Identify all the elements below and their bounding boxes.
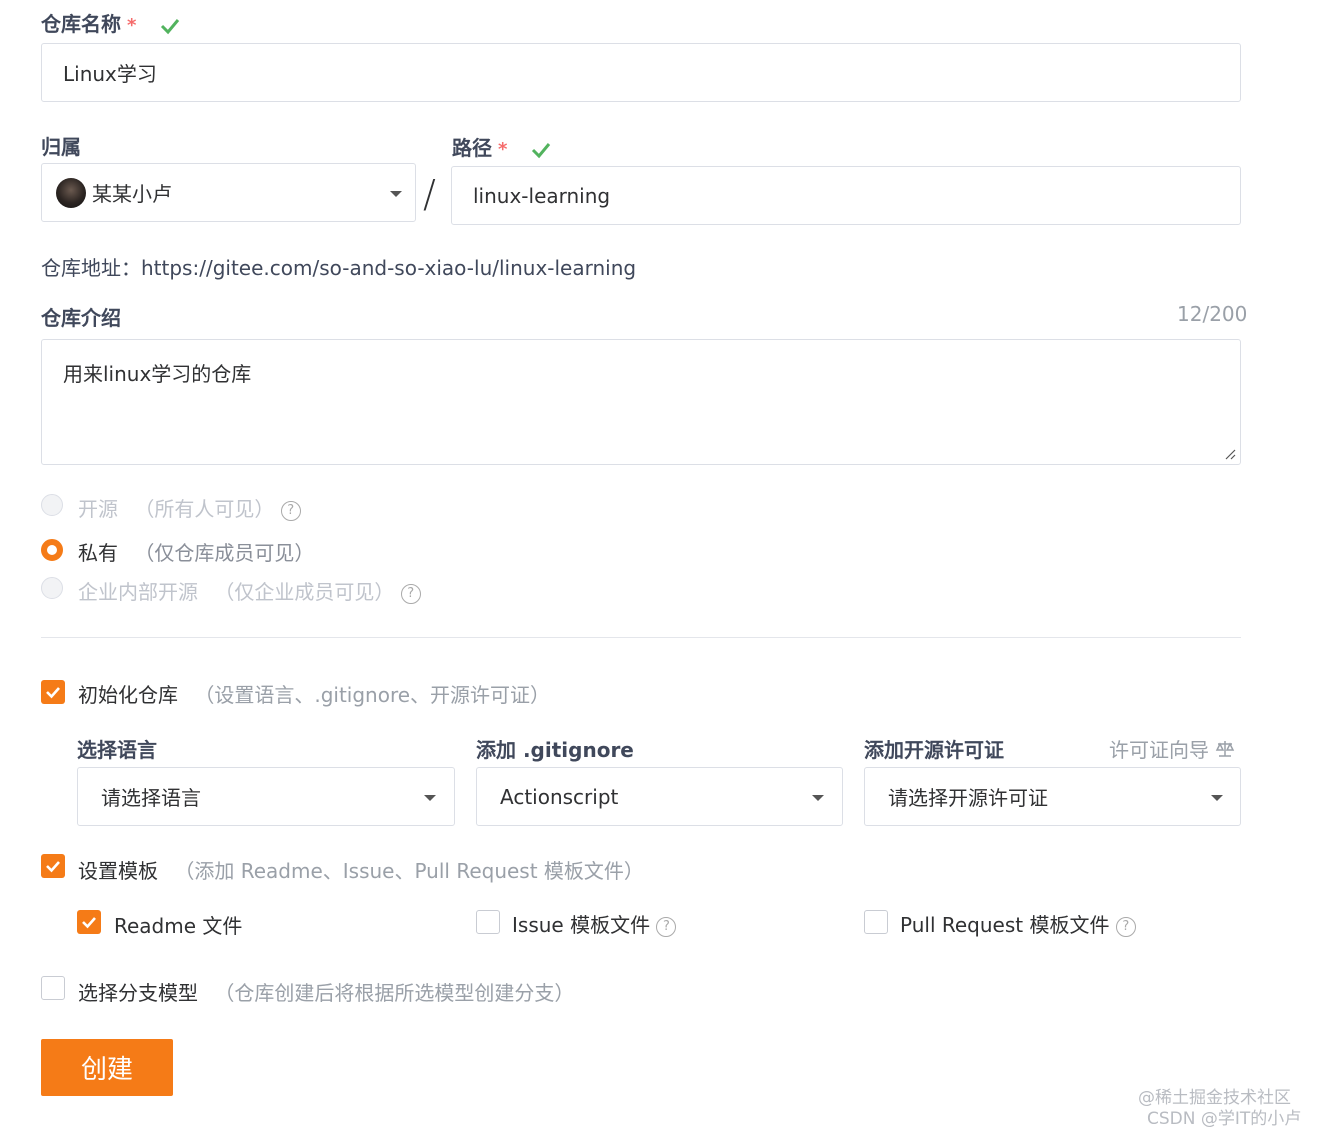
template-option: 设置模板 （添加 Readme、Issue、Pull Request 模板文件） (78, 855, 644, 884)
description-textarea[interactable]: 用来linux学习的仓库 (41, 339, 1241, 465)
pr-template-option: Pull Request 模板文件 ? (900, 909, 1136, 938)
readme-checkbox[interactable] (77, 910, 101, 934)
pr-template-label: Pull Request 模板文件 (900, 913, 1110, 937)
template-label: 设置模板 (78, 859, 158, 883)
language-select[interactable]: 请选择语言 (77, 767, 455, 826)
avatar (56, 177, 86, 208)
branch-model-label: 选择分支模型 (78, 981, 198, 1005)
option-open-source-label: 开源 (78, 497, 118, 521)
check-icon (161, 18, 180, 34)
help-icon[interactable]: ? (280, 500, 301, 521)
help-icon[interactable]: ? (656, 916, 677, 937)
radio-enterprise-internal[interactable] (41, 577, 63, 599)
pr-template-checkbox[interactable] (864, 910, 888, 934)
owner-value: 某某小卢 (92, 182, 172, 206)
watermark-line2: CSDN @学IT的小卢 (1147, 1109, 1302, 1129)
branch-model-checkbox[interactable] (41, 976, 65, 1000)
repo-name-label: 仓库名称 * (41, 8, 181, 37)
license-guide-text: 许可证向导 (1109, 738, 1209, 762)
check-icon (46, 687, 60, 699)
template-hint: （添加 Readme、Issue、Pull Request 模板文件） (174, 859, 644, 883)
chevron-down-icon (424, 795, 436, 801)
repo-url: 仓库地址：https://gitee.com/so-and-so-xiao-lu… (41, 252, 636, 281)
path-label-text: 路径 (452, 136, 492, 160)
check-icon (82, 917, 96, 929)
owner-select[interactable]: 某某小卢 (41, 163, 416, 222)
path-separator: / (423, 172, 436, 216)
radio-private[interactable] (41, 539, 63, 561)
option-open-source-hint: （所有人可见） (134, 497, 275, 521)
path-label: 路径 * (452, 132, 552, 161)
option-private: 私有 （仅仓库成员可见） (78, 537, 314, 566)
required-mark: * (498, 139, 508, 160)
language-value: 请选择语言 (101, 786, 201, 810)
license-guide-link[interactable]: 许可证向导 (1109, 734, 1235, 763)
repo-url-text: https://gitee.com/so-and-so-xiao-lu/linu… (141, 256, 637, 280)
init-repo-option: 初始化仓库 （设置语言、.gitignore、开源许可证） (78, 679, 550, 708)
issue-template-option: Issue 模板文件 ? (512, 909, 677, 938)
create-button[interactable]: 创建 (41, 1039, 173, 1096)
help-icon[interactable]: ? (1115, 916, 1136, 937)
resize-handle-icon[interactable] (1224, 448, 1236, 460)
gitignore-select[interactable]: Actionscript (476, 767, 843, 826)
branch-model-option: 选择分支模型 （仓库创建后将根据所选模型创建分支） (78, 977, 574, 1006)
issue-template-checkbox[interactable] (476, 910, 500, 934)
issue-template-label: Issue 模板文件 (512, 913, 651, 937)
readme-label: Readme 文件 (114, 914, 243, 938)
divider (41, 637, 1241, 638)
check-icon (46, 861, 60, 873)
gitignore-label: 添加 .gitignore (476, 738, 634, 762)
option-enterprise-internal-label: 企业内部开源 (78, 580, 198, 604)
init-repo-checkbox[interactable] (41, 680, 65, 704)
language-label: 选择语言 (77, 738, 157, 762)
chevron-down-icon (1211, 795, 1223, 801)
chevron-down-icon (390, 191, 402, 197)
path-value: linux-learning (473, 183, 611, 208)
license-value: 请选择开源许可证 (888, 786, 1048, 810)
option-private-hint: （仅仓库成员可见） (134, 541, 315, 565)
template-checkbox[interactable] (41, 854, 65, 878)
repo-name-label-text: 仓库名称 (41, 12, 121, 36)
check-icon (532, 142, 551, 158)
radio-open-source[interactable] (41, 494, 63, 516)
option-enterprise-internal: 企业内部开源 （仅企业成员可见） ? (78, 576, 421, 605)
option-enterprise-internal-hint: （仅企业成员可见） (214, 580, 395, 604)
init-repo-hint: （设置语言、.gitignore、开源许可证） (194, 683, 551, 707)
description-counter: 12/200 (1177, 302, 1248, 326)
path-input[interactable]: linux-learning (451, 166, 1241, 225)
license-label: 添加开源许可证 (864, 738, 1004, 762)
required-mark: * (127, 15, 137, 36)
init-repo-label: 初始化仓库 (78, 683, 178, 707)
repo-name-input[interactable]: Linux学习 (41, 43, 1241, 102)
help-icon[interactable]: ? (400, 583, 421, 604)
description-label: 仓库介绍 (41, 306, 121, 330)
branch-model-hint: （仓库创建后将根据所选模型创建分支） (214, 981, 575, 1005)
gitignore-value: Actionscript (500, 784, 619, 809)
repo-name-value: Linux学习 (63, 62, 157, 86)
option-open-source: 开源 （所有人可见） ? (78, 493, 301, 522)
option-private-label: 私有 (78, 541, 118, 565)
scale-icon (1216, 741, 1235, 757)
chevron-down-icon (812, 795, 824, 801)
license-select[interactable]: 请选择开源许可证 (864, 767, 1241, 826)
owner-label: 归属 (41, 135, 81, 159)
description-value: 用来linux学习的仓库 (63, 362, 252, 386)
repo-url-prefix: 仓库地址： (41, 256, 141, 280)
